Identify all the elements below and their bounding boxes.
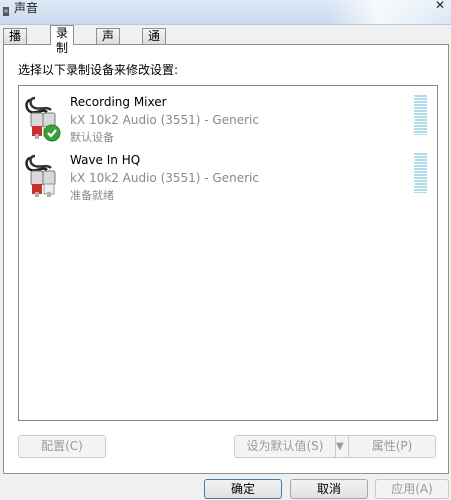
set-default-button[interactable]: 设为默认值(S) ▼ [234, 435, 352, 458]
window-title: 声音 [14, 1, 39, 15]
device-list[interactable]: Recording Mixer kX 10k2 Audio (3551) - G… [18, 85, 438, 421]
device-driver: kX 10k2 Audio (3551) - Generic [70, 171, 259, 185]
device-status: 默认设备 [70, 131, 114, 144]
properties-button[interactable]: 属性(P) [348, 435, 436, 458]
apply-button[interactable]: 应用(A) [375, 479, 449, 499]
titlebar-glow [330, 0, 451, 24]
tab-communications[interactable]: 通信 [142, 28, 167, 58]
tab-recording[interactable]: 录制 [50, 25, 75, 55]
device-item-wave-in-hq[interactable]: Wave In HQ kX 10k2 Audio (3551) - Generi… [19, 150, 437, 206]
rca-cable-icon [25, 154, 56, 197]
speaker-icon [3, 7, 9, 16]
set-default-label: 设为默认值(S) [246, 439, 324, 453]
default-check-icon [43, 124, 61, 142]
close-icon[interactable]: ✕ [435, 0, 445, 12]
level-meter [414, 95, 427, 135]
device-item-recording-mixer[interactable]: Recording Mixer kX 10k2 Audio (3551) - G… [19, 92, 437, 148]
device-name: Wave In HQ [70, 153, 141, 167]
cancel-button[interactable]: 取消 [290, 479, 368, 499]
tab-sounds[interactable]: 声音 [96, 28, 121, 58]
tab-playback[interactable]: 播放 [3, 28, 28, 58]
instruction-text: 选择以下录制设备来修改设置: [18, 63, 179, 77]
level-meter [414, 153, 427, 193]
device-driver: kX 10k2 Audio (3551) - Generic [70, 113, 259, 127]
ok-button[interactable]: 确定 [204, 479, 282, 499]
device-name: Recording Mixer [70, 95, 167, 109]
device-status: 准备就绪 [70, 189, 114, 202]
configure-button[interactable]: 配置(C) [18, 435, 106, 458]
recording-panel: 选择以下录制设备来修改设置: Recording Mixer kX 10k2 A… [3, 44, 449, 474]
title-bar[interactable]: 声音 ✕ [0, 0, 451, 25]
